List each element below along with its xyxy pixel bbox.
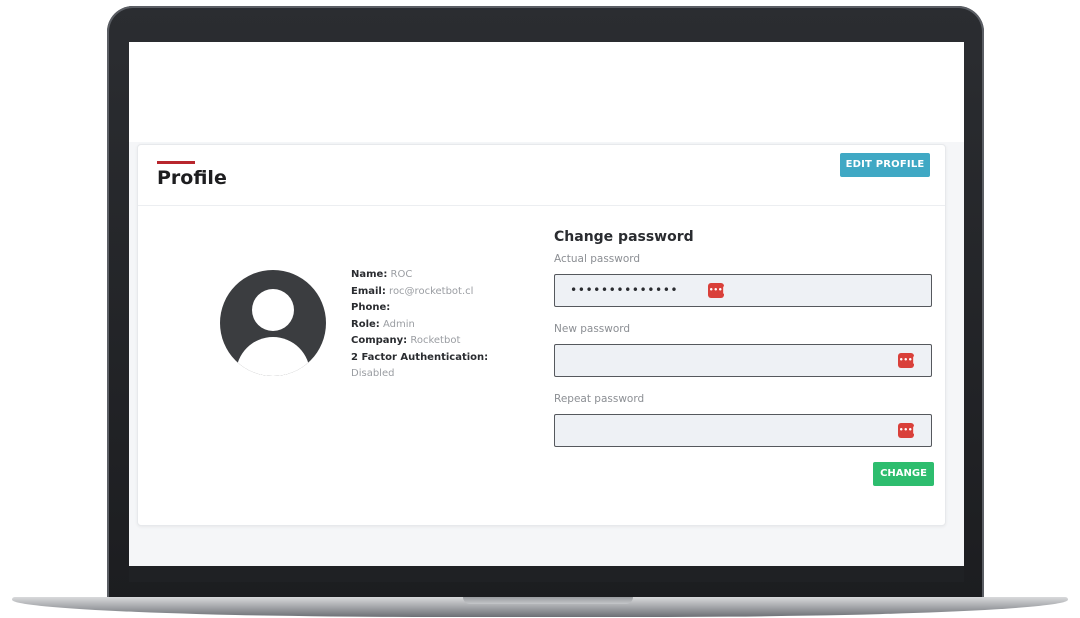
- new-password-label: New password: [554, 323, 631, 335]
- avatar-head: [252, 289, 294, 331]
- page-title: Profile: [157, 167, 227, 189]
- password-key-icon[interactable]: [708, 283, 725, 298]
- card-header: Profile EDIT PROFILE: [138, 145, 945, 206]
- profile-card: Profile EDIT PROFILE Name: ROC Email: ro…: [137, 144, 946, 526]
- new-password-input[interactable]: [554, 344, 932, 377]
- info-role: Role: Admin: [351, 317, 526, 334]
- password-key-icon[interactable]: [898, 353, 915, 368]
- info-phone: Phone:: [351, 300, 526, 317]
- info-company: Company: Rocketbot: [351, 333, 526, 350]
- info-name: Name: ROC: [351, 267, 526, 284]
- info-label: Role:: [351, 318, 380, 330]
- info-email: Email: roc@rocketbot.cl: [351, 284, 526, 301]
- profile-info: Name: ROC Email: roc@rocketbot.cl Phone:…: [351, 267, 526, 383]
- info-value: ROC: [390, 269, 413, 280]
- top-area: [129, 42, 964, 142]
- info-label: 2 Factor Authentication:: [351, 351, 489, 363]
- change-password-button[interactable]: CHANGE: [873, 462, 934, 486]
- avatar-body: [236, 337, 310, 376]
- laptop-notch: [463, 597, 633, 604]
- info-label: Company:: [351, 335, 408, 346]
- info-2fa: 2 Factor Authentication:: [351, 350, 526, 367]
- info-value: Disabled: [351, 368, 395, 379]
- user-avatar-icon: [220, 270, 326, 376]
- password-key-icon[interactable]: [898, 423, 915, 438]
- info-value: roc@rocketbot.cl: [389, 285, 474, 297]
- info-label: Phone:: [351, 302, 391, 313]
- edit-profile-button[interactable]: EDIT PROFILE: [840, 153, 930, 177]
- screen: Profile EDIT PROFILE Name: ROC Email: ro…: [129, 42, 964, 566]
- password-mask: ••••••••••••••: [570, 283, 679, 297]
- repeat-password-input[interactable]: [554, 414, 932, 447]
- repeat-password-label: Repeat password: [554, 393, 645, 405]
- info-2fa-value: Disabled: [351, 366, 526, 383]
- info-value: Admin: [382, 318, 415, 330]
- info-label: Name:: [351, 269, 388, 280]
- info-label: Email:: [351, 285, 386, 297]
- change-password-heading: Change password: [554, 229, 694, 245]
- actual-password-label: Actual password: [554, 253, 641, 265]
- info-value: Rocketbot: [410, 335, 461, 346]
- laptop-bezel: [129, 566, 964, 582]
- title-accent: [157, 161, 195, 164]
- actual-password-input[interactable]: ••••••••••••••: [554, 274, 932, 307]
